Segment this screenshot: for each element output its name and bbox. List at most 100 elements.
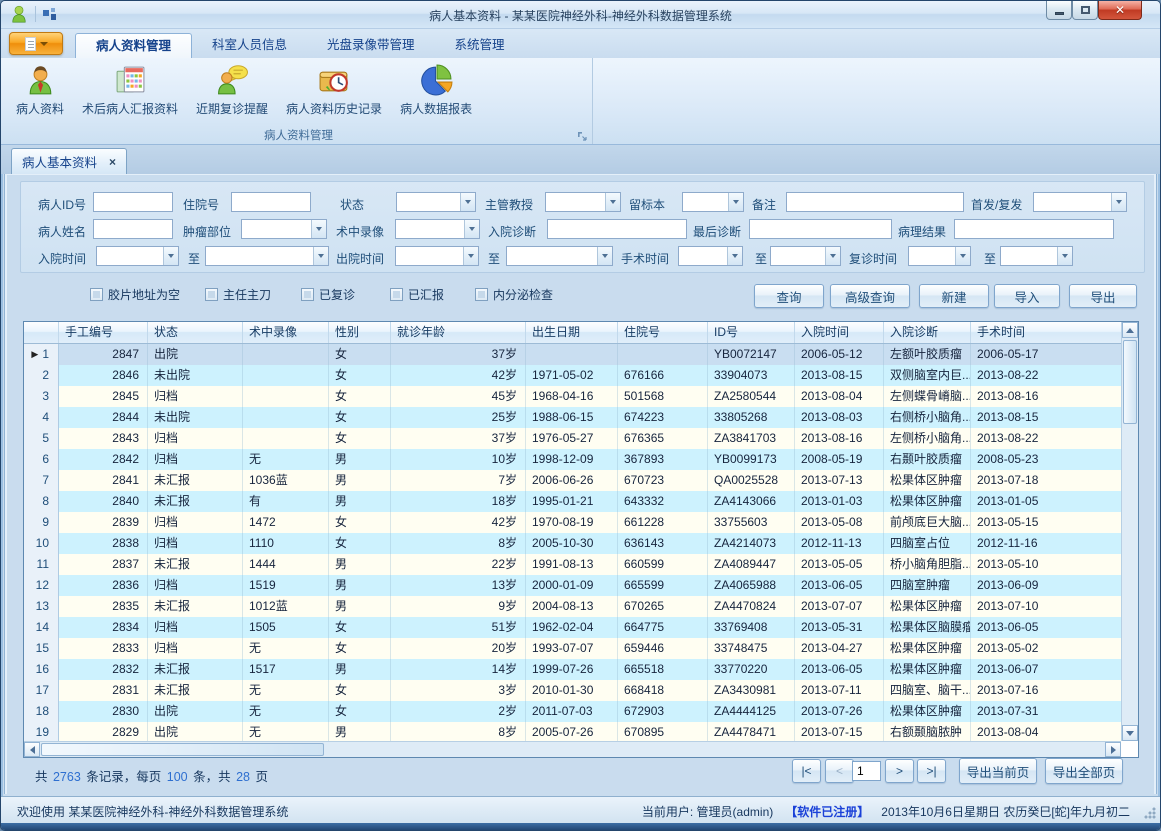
- scroll-right-button[interactable]: [1105, 742, 1121, 757]
- app-menu-button[interactable]: [9, 32, 63, 55]
- scroll-left-button[interactable]: [24, 742, 40, 757]
- maximize-button[interactable]: [1072, 1, 1098, 20]
- row-selector[interactable]: 10: [24, 533, 59, 554]
- tab-patient-basic-info[interactable]: 病人基本资料 ×: [11, 148, 127, 174]
- revisit-time-from-combobox[interactable]: [908, 246, 971, 266]
- row-selector[interactable]: 16: [24, 659, 59, 680]
- new-button[interactable]: 新建: [919, 284, 989, 308]
- table-row[interactable]: 112837未汇报1444男22岁1991-08-13660599ZA40894…: [24, 554, 1121, 575]
- horizontal-scrollbar[interactable]: [24, 741, 1121, 757]
- row-selector[interactable]: 7: [24, 470, 59, 491]
- ribbon-tab-system[interactable]: 系统管理: [435, 33, 525, 58]
- row-selector[interactable]: 11: [24, 554, 59, 575]
- column-header[interactable]: 状态: [148, 322, 243, 343]
- checkbox-icon[interactable]: [205, 288, 218, 301]
- revisit-time-to-combobox[interactable]: [1000, 246, 1073, 266]
- admission-no-input[interactable]: [231, 192, 311, 212]
- ribbon-button-history[interactable]: 病人资料历史记录: [277, 60, 391, 126]
- column-header[interactable]: [24, 322, 59, 343]
- checkbox-icon[interactable]: [90, 288, 103, 301]
- filter-checkbox[interactable]: 主任主刀: [205, 286, 271, 303]
- row-selector[interactable]: 3: [24, 386, 59, 407]
- ribbon-button-revisit-reminder[interactable]: 近期复诊提醒: [187, 60, 277, 126]
- tumor-site-combobox[interactable]: [241, 219, 327, 239]
- column-header[interactable]: 术中录像: [243, 322, 329, 343]
- table-row[interactable]: 22846未出院女42岁1971-05-02676166339040732013…: [24, 365, 1121, 386]
- patient-id-input[interactable]: [93, 192, 173, 212]
- discharge-time-from-combobox[interactable]: [395, 246, 479, 266]
- column-header[interactable]: 就诊年龄: [391, 322, 526, 343]
- admit-time-to-combobox[interactable]: [205, 246, 329, 266]
- surgery-time-from-combobox[interactable]: [678, 246, 743, 266]
- surgery-time-to-combobox[interactable]: [770, 246, 841, 266]
- close-button[interactable]: ✕: [1098, 1, 1142, 20]
- import-button[interactable]: 导入: [994, 284, 1060, 308]
- status-combobox[interactable]: [396, 192, 476, 212]
- ribbon-tab-patient-data[interactable]: 病人资料管理: [75, 33, 192, 58]
- first-relapse-combobox[interactable]: [1033, 192, 1127, 212]
- checkbox-icon[interactable]: [390, 288, 403, 301]
- first-page-button[interactable]: |<: [792, 759, 821, 783]
- table-row[interactable]: 102838归档1110女8岁2005-10-30636143ZA4214073…: [24, 533, 1121, 554]
- vertical-scrollbar[interactable]: [1121, 322, 1138, 741]
- row-selector[interactable]: 18: [24, 701, 59, 722]
- next-page-button[interactable]: >: [885, 759, 914, 783]
- minimize-button[interactable]: [1046, 1, 1072, 20]
- row-selector[interactable]: 12: [24, 575, 59, 596]
- table-row[interactable]: 42844未出院女25岁1988-06-15674223338052682013…: [24, 407, 1121, 428]
- vertical-scroll-thumb[interactable]: [1123, 340, 1137, 424]
- table-row[interactable]: 82840未汇报有男18岁1995-01-21643332ZA414306620…: [24, 491, 1121, 512]
- checkbox-icon[interactable]: [301, 288, 314, 301]
- row-selector[interactable]: 17: [24, 680, 59, 701]
- row-selector[interactable]: 9: [24, 512, 59, 533]
- row-selector[interactable]: 6: [24, 449, 59, 470]
- column-header[interactable]: 入院时间: [795, 322, 884, 343]
- row-selector[interactable]: 15: [24, 638, 59, 659]
- table-row[interactable]: 162832未汇报1517男14岁1999-07-266655183377022…: [24, 659, 1121, 680]
- prev-page-button[interactable]: <: [825, 759, 854, 783]
- table-row[interactable]: 172831未汇报无女3岁2010-01-30668418ZA343098120…: [24, 680, 1121, 701]
- column-header[interactable]: 手工编号: [59, 322, 148, 343]
- table-row[interactable]: 152833归档无女20岁1993-07-0765944633748475201…: [24, 638, 1121, 659]
- table-row[interactable]: 192829出院无男8岁2005-07-26670895ZA4478471201…: [24, 722, 1121, 741]
- table-row[interactable]: 92839归档1472女42岁1970-08-19661228337556032…: [24, 512, 1121, 533]
- ribbon-button-patient-data[interactable]: 病人资料: [7, 60, 73, 126]
- patient-name-input[interactable]: [93, 219, 173, 239]
- export-current-page-button[interactable]: 导出当前页: [959, 758, 1037, 784]
- table-row[interactable]: 32845归档女45岁1968-04-16501568ZA25805442013…: [24, 386, 1121, 407]
- column-header[interactable]: 手术时间: [971, 322, 1123, 343]
- table-row[interactable]: ▶12847出院女37岁YB00721472006-05-12左额叶胶质瘤200…: [24, 344, 1121, 365]
- row-selector[interactable]: 8: [24, 491, 59, 512]
- query-button[interactable]: 查询: [754, 284, 824, 308]
- table-row[interactable]: 62842归档无男10岁1998-12-09367893YB0099173200…: [24, 449, 1121, 470]
- export-button[interactable]: 导出: [1069, 284, 1137, 308]
- ribbon-tab-disc-tape[interactable]: 光盘录像带管理: [307, 33, 435, 58]
- scroll-up-button[interactable]: [1122, 322, 1138, 338]
- row-selector[interactable]: 14: [24, 617, 59, 638]
- registered-link[interactable]: 【软件已注册】: [785, 803, 869, 820]
- table-row[interactable]: 72841未汇报1036蓝男7岁2006-06-26670723QA002552…: [24, 470, 1121, 491]
- ribbon-tab-department-staff[interactable]: 科室人员信息: [192, 33, 307, 58]
- table-row[interactable]: 122836归档1519男13岁2000-01-09665599ZA406598…: [24, 575, 1121, 596]
- column-header[interactable]: 住院号: [618, 322, 708, 343]
- table-row[interactable]: 52843归档女37岁1976-05-27676365ZA38417032013…: [24, 428, 1121, 449]
- last-page-button[interactable]: >|: [917, 759, 946, 783]
- intraop-video-combobox[interactable]: [395, 219, 480, 239]
- dialog-launcher-icon[interactable]: [576, 130, 588, 142]
- checkbox-icon[interactable]: [475, 288, 488, 301]
- advanced-query-button[interactable]: 高级查询: [830, 284, 910, 308]
- row-selector[interactable]: 5: [24, 428, 59, 449]
- remark-input[interactable]: [786, 192, 964, 212]
- filter-checkbox[interactable]: 已复诊: [301, 286, 355, 303]
- professor-combobox[interactable]: [545, 192, 621, 212]
- admission-diag-input[interactable]: [547, 219, 687, 239]
- final-diag-input[interactable]: [749, 219, 892, 239]
- table-row[interactable]: 142834归档1505女51岁1962-02-0466477533769408…: [24, 617, 1121, 638]
- row-selector[interactable]: 19: [24, 722, 59, 741]
- admit-time-from-combobox[interactable]: [96, 246, 179, 266]
- filter-checkbox[interactable]: 已汇报: [390, 286, 444, 303]
- row-selector[interactable]: 13: [24, 596, 59, 617]
- table-row[interactable]: 182830出院无女2岁2011-07-03672903ZA4444125201…: [24, 701, 1121, 722]
- horizontal-scroll-thumb[interactable]: [41, 743, 324, 756]
- column-header[interactable]: 入院诊断: [884, 322, 971, 343]
